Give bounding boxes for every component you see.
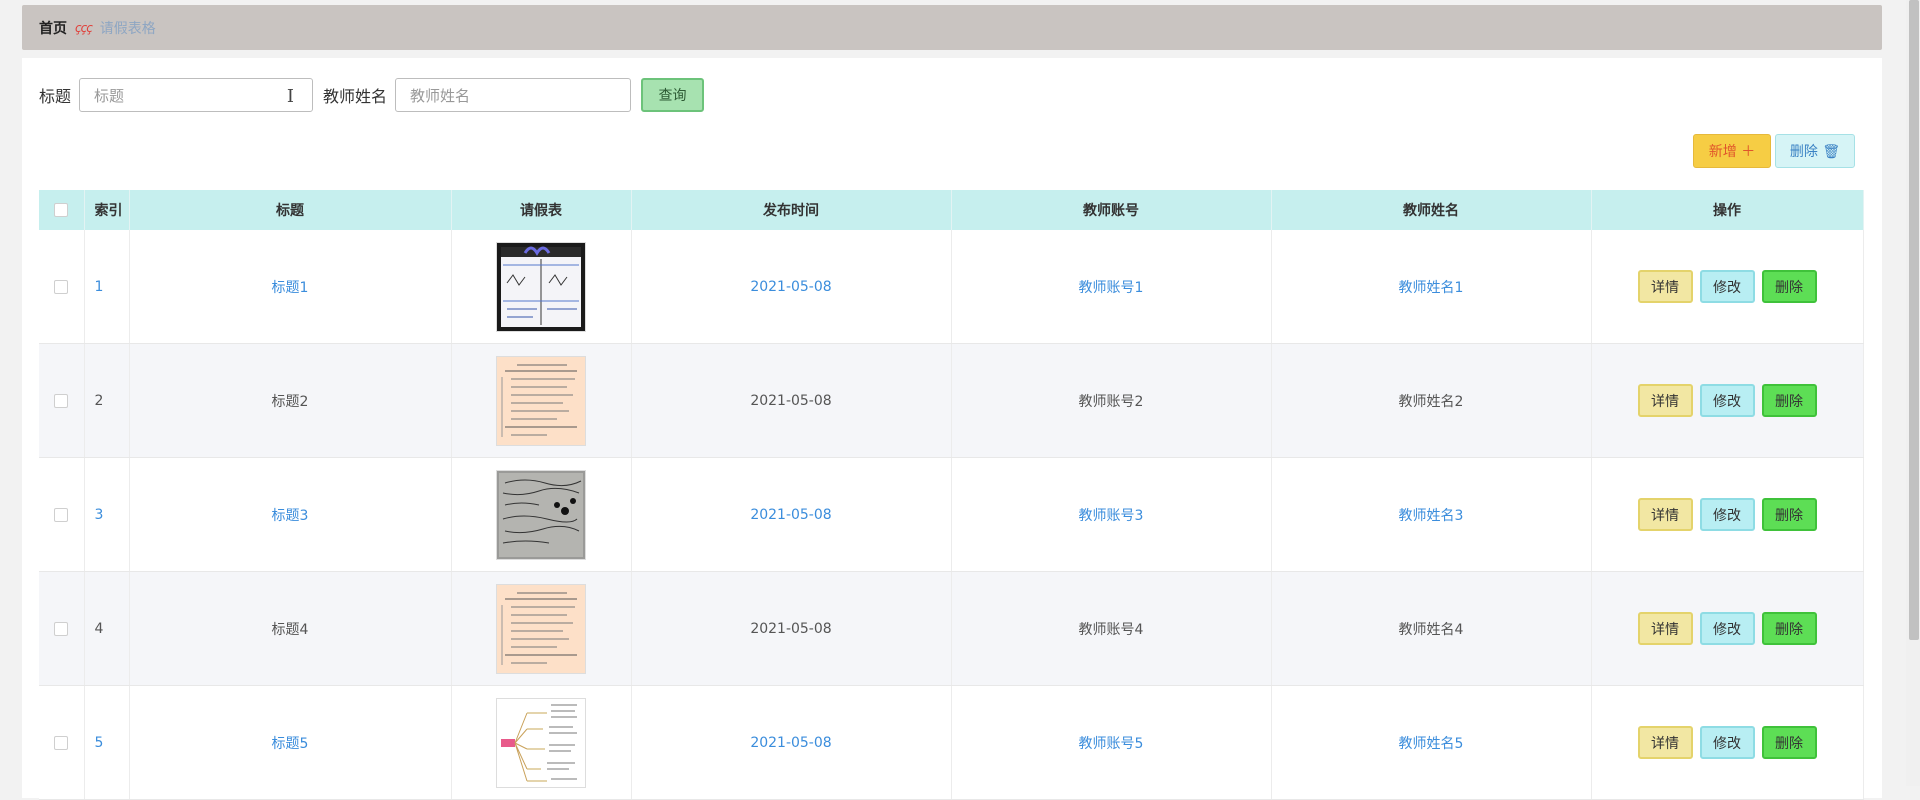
row-leave-form-cell: [451, 457, 632, 572]
row-title: 标题5: [129, 685, 452, 800]
leave-form-thumbnail[interactable]: [496, 697, 586, 788]
add-button[interactable]: 新增 ＋: [1693, 134, 1771, 168]
select-all-checkbox[interactable]: [54, 203, 69, 217]
header-teacher-name: 教师姓名: [1271, 190, 1592, 230]
breadcrumb: 首页 ççç 请假表格: [22, 5, 1882, 50]
row-actions: 详情 修改 删除: [1591, 457, 1864, 572]
row-index: 3: [84, 457, 130, 572]
row-title: 标题2: [129, 343, 452, 458]
header-publish-time: 发布时间: [631, 190, 952, 230]
row-teacher-account: 教师账号4: [951, 571, 1272, 686]
vertical-scrollbar[interactable]: [1906, 0, 1920, 786]
leave-form-thumbnail[interactable]: [496, 583, 586, 674]
text-cursor-icon: I: [286, 86, 295, 107]
teacher-name-search-input[interactable]: 教师姓名: [395, 78, 632, 112]
row-index: 2: [84, 343, 130, 458]
row-publish-time: 2021-05-08: [631, 457, 952, 572]
title-search-placeholder: 标题: [94, 86, 125, 105]
row-teacher-account: 教师账号5: [951, 685, 1272, 800]
detail-button[interactable]: 详情: [1637, 612, 1693, 645]
table-row: 1 标题1 2021-05-08 教师账号1 教师姓名1 详情 修改 删除: [39, 230, 1864, 344]
delete-button[interactable]: 删除: [1761, 498, 1817, 531]
header-index: 索引: [84, 190, 130, 230]
row-checkbox[interactable]: [54, 279, 69, 294]
row-teacher-account: 教师账号3: [951, 457, 1272, 572]
batch-delete-button[interactable]: 删除 🗑: [1775, 134, 1855, 168]
delete-button[interactable]: 删除: [1761, 612, 1817, 645]
table-header-row: 索引 标题 请假表 发布时间 教师账号 教师姓名 操作: [39, 190, 1864, 230]
content-panel: 标题 标题 I 教师姓名 教师姓名 查询 新增 ＋ 删除 🗑 索引 标题 请假表…: [22, 58, 1882, 800]
header-teacher-account: 教师账号: [951, 190, 1272, 230]
row-index: 1: [84, 230, 130, 344]
teacher-name-search-placeholder: 教师姓名: [410, 86, 471, 105]
row-teacher-name: 教师姓名5: [1271, 685, 1592, 800]
row-publish-time: 2021-05-08: [631, 571, 952, 686]
row-teacher-name: 教师姓名4: [1271, 571, 1592, 686]
breadcrumb-current: 请假表格: [99, 20, 156, 37]
table-row: 5 标题5 2021-05-08 教师账号5 教师姓名5 详情 修改 删除: [39, 685, 1864, 800]
leave-form-thumbnail[interactable]: [496, 355, 586, 446]
detail-button[interactable]: 详情: [1637, 384, 1693, 417]
header-actions: 操作: [1591, 190, 1864, 230]
edit-button[interactable]: 修改: [1699, 612, 1755, 645]
delete-button[interactable]: 删除: [1761, 270, 1817, 303]
edit-button[interactable]: 修改: [1699, 270, 1755, 303]
detail-button[interactable]: 详情: [1637, 498, 1693, 531]
search-form: 标题 标题 I 教师姓名 教师姓名 查询: [39, 76, 705, 114]
breadcrumb-separator: ççç: [75, 20, 93, 35]
edit-button[interactable]: 修改: [1699, 384, 1755, 417]
row-checkbox[interactable]: [54, 735, 69, 750]
edit-button[interactable]: 修改: [1699, 498, 1755, 531]
query-button[interactable]: 查询: [641, 78, 705, 112]
row-title: 标题4: [129, 571, 452, 686]
row-teacher-name: 教师姓名1: [1271, 230, 1592, 344]
row-teacher-account: 教师账号1: [951, 230, 1272, 344]
leave-form-thumbnail[interactable]: [496, 469, 586, 560]
row-actions: 详情 修改 删除: [1591, 230, 1864, 344]
breadcrumb-home[interactable]: 首页: [39, 18, 67, 38]
header-title: 标题: [129, 190, 452, 230]
row-index: 4: [84, 571, 130, 686]
delete-button[interactable]: 删除: [1761, 384, 1817, 417]
row-actions: 详情 修改 删除: [1591, 685, 1864, 800]
row-actions: 详情 修改 删除: [1591, 571, 1864, 686]
row-teacher-name: 教师姓名2: [1271, 343, 1592, 458]
row-publish-time: 2021-05-08: [631, 685, 952, 800]
header-leave-form: 请假表: [451, 190, 632, 230]
row-checkbox[interactable]: [54, 393, 69, 408]
title-search-label: 标题: [39, 87, 72, 106]
row-checkbox[interactable]: [54, 621, 69, 636]
delete-button[interactable]: 删除: [1761, 726, 1817, 759]
title-search-input[interactable]: 标题 I: [79, 78, 314, 112]
detail-button[interactable]: 详情: [1637, 270, 1693, 303]
row-index: 5: [84, 685, 130, 800]
row-leave-form-cell: [451, 230, 632, 344]
row-publish-time: 2021-05-08: [631, 230, 952, 344]
table-row: 4 标题4 2021-05-08 教师账号4 教师姓名4 详情 修改 删除: [39, 571, 1864, 686]
leave-table: 索引 标题 请假表 发布时间 教师账号 教师姓名 操作 1 标题1 2021-0…: [39, 190, 1864, 800]
table-row: 2 标题2 2021-05-08 教师账号2 教师姓名2 详情 修改 删除: [39, 343, 1864, 458]
detail-button[interactable]: 详情: [1637, 726, 1693, 759]
row-publish-time: 2021-05-08: [631, 343, 952, 458]
row-teacher-account: 教师账号2: [951, 343, 1272, 458]
row-checkbox[interactable]: [54, 507, 69, 522]
teacher-search-label: 教师姓名: [323, 87, 388, 106]
row-leave-form-cell: [451, 685, 632, 800]
row-title: 标题1: [129, 230, 452, 344]
select-all-cell: [39, 190, 85, 230]
row-title: 标题3: [129, 457, 452, 572]
table-row: 3 标题3 2021-05-08 教师账号3 教师姓名3 详情 修改 删除: [39, 457, 1864, 572]
row-leave-form-cell: [451, 571, 632, 686]
scrollbar-thumb[interactable]: [1909, 0, 1919, 640]
leave-form-thumbnail[interactable]: [496, 241, 586, 332]
row-leave-form-cell: [451, 343, 632, 458]
edit-button[interactable]: 修改: [1699, 726, 1755, 759]
row-actions: 详情 修改 删除: [1591, 343, 1864, 458]
row-teacher-name: 教师姓名3: [1271, 457, 1592, 572]
